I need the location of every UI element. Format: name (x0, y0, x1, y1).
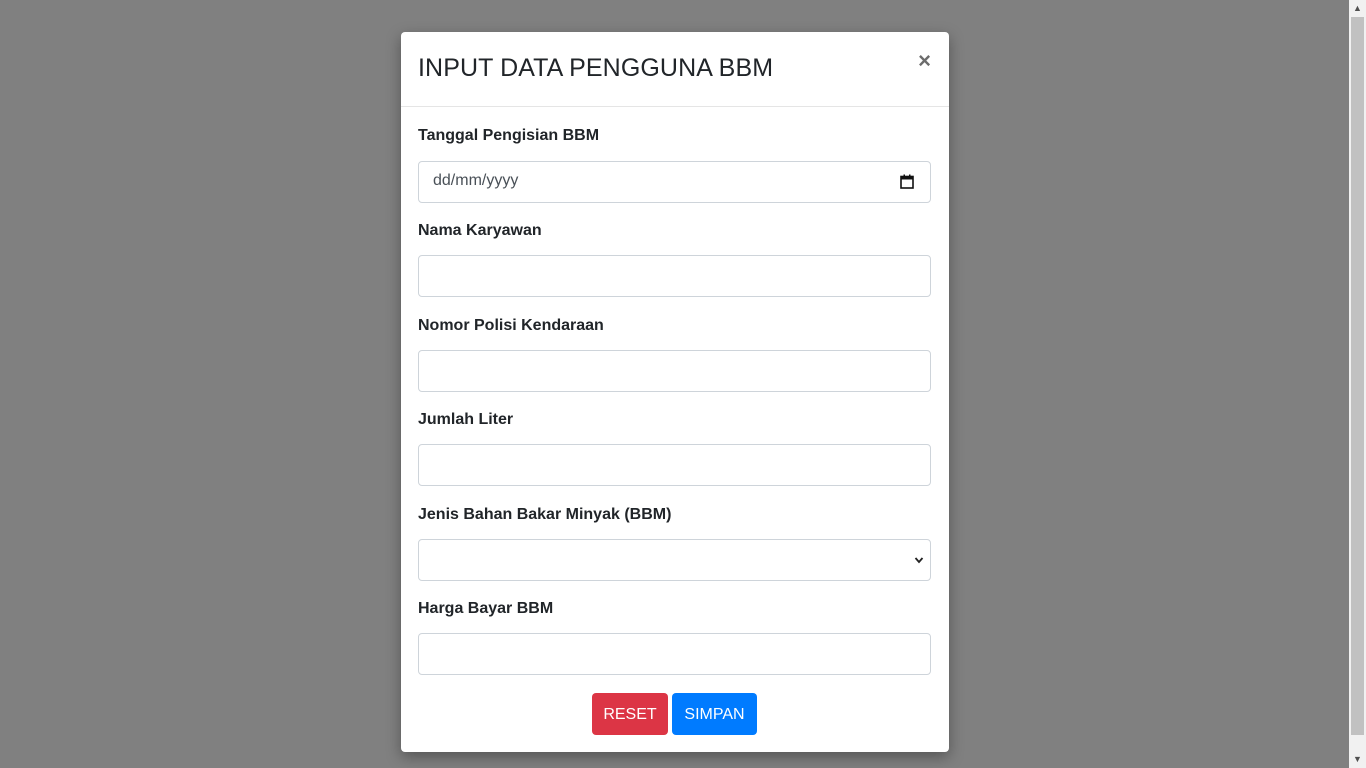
jumlah-liter-input[interactable] (418, 444, 931, 486)
modal-title: INPUT DATA PENGGUNA BBM (418, 54, 774, 82)
jenis-bbm-label: Jenis Bahan Bakar Minyak (BBM) (418, 506, 672, 523)
jumlah-liter-label: Jumlah Liter (418, 411, 514, 428)
close-icon[interactable]: × (918, 50, 931, 72)
nomor-polisi-input[interactable] (418, 350, 931, 392)
vertical-scrollbar[interactable]: ▲ ▼ (1349, 0, 1366, 768)
jenis-bbm-select[interactable] (418, 539, 931, 581)
input-dialog: INPUT DATA PENGGUNA BBM × Tanggal Pengis… (401, 32, 949, 752)
save-button[interactable]: SIMPAN (672, 693, 757, 735)
nama-karyawan-label: Nama Karyawan (418, 222, 542, 239)
harga-bayar-input[interactable] (418, 633, 931, 675)
tanggal-date-input[interactable]: dd/mm/yyyy (418, 161, 931, 203)
nomor-polisi-label: Nomor Polisi Kendaraan (418, 317, 604, 334)
date-placeholder: dd/mm/yyyy (433, 172, 519, 189)
harga-bayar-label: Harga Bayar BBM (418, 600, 554, 617)
scroll-thumb[interactable] (1351, 17, 1364, 735)
calendar-icon[interactable] (900, 174, 914, 189)
tanggal-label: Tanggal Pengisian BBM (418, 127, 600, 144)
scroll-down-icon[interactable]: ▼ (1349, 751, 1366, 768)
scroll-up-icon[interactable]: ▲ (1349, 0, 1366, 17)
reset-button[interactable]: RESET (592, 693, 668, 735)
modal-header: INPUT DATA PENGGUNA BBM × (401, 32, 949, 107)
nama-karyawan-input[interactable] (418, 255, 931, 297)
chevron-down-icon (914, 557, 924, 564)
